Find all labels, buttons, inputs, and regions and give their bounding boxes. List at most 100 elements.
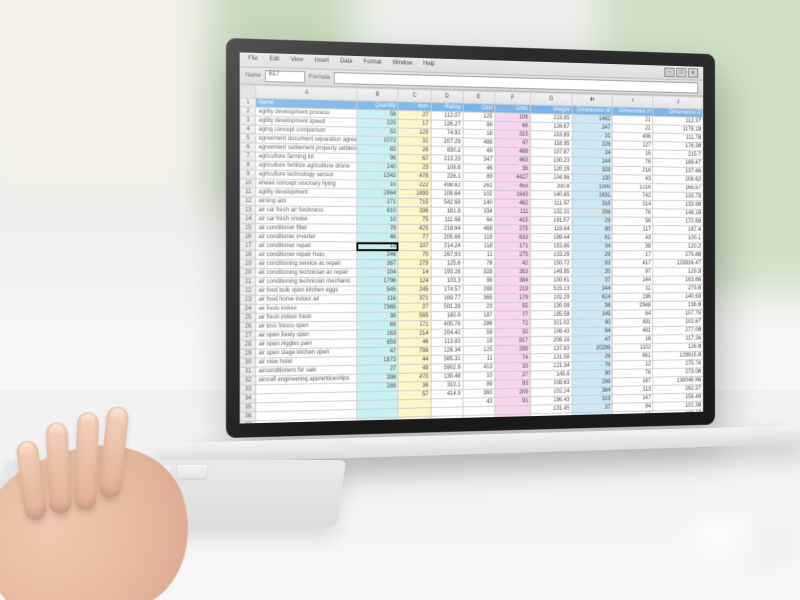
cell[interactable]: 64 [463, 216, 495, 225]
cell[interactable]: 58 [613, 217, 653, 226]
cell[interactable]: 214 [398, 329, 430, 338]
cell[interactable]: 2864 [357, 189, 399, 198]
cell[interactable]: air conditioning service ac repair [256, 259, 357, 268]
cell[interactable]: 124 [398, 277, 430, 286]
cell[interactable]: 715 [398, 198, 430, 207]
cell[interactable]: 1796 [357, 277, 399, 286]
cell[interactable]: 482 [495, 199, 531, 208]
cell[interactable]: air conditioner inverter [256, 233, 357, 242]
cell[interactable]: air conditioning technician mechanic [256, 277, 357, 286]
cell[interactable]: 336 [398, 207, 430, 216]
cell[interactable]: 226.1 [431, 172, 463, 181]
row-header[interactable]: 19 [240, 259, 256, 268]
cell[interactable]: 29 [572, 251, 613, 260]
cell[interactable]: 371 [398, 294, 430, 303]
cell[interactable]: 140.65 [530, 191, 571, 200]
menu-window[interactable]: Window [390, 59, 415, 69]
row-header[interactable]: 36 [240, 412, 256, 421]
cell[interactable]: 179 [495, 294, 531, 303]
row-header[interactable]: 4 [240, 125, 256, 134]
name-box[interactable]: B17 [265, 70, 305, 83]
cell[interactable]: 187 [463, 311, 495, 320]
cell[interactable]: 267.93 [431, 251, 463, 260]
cell[interactable]: 334 [463, 207, 495, 216]
row-header[interactable]: 22 [240, 286, 256, 295]
cell[interactable]: 23 [398, 163, 430, 172]
cell[interactable]: 193.28 [431, 268, 463, 277]
cell[interactable]: 111.68 [431, 216, 463, 225]
col-header-I[interactable]: I [613, 95, 653, 108]
cell[interactable]: 365 [463, 294, 495, 303]
cell[interactable]: 172.88 [653, 217, 703, 226]
cell[interactable]: 58 [463, 328, 495, 337]
cell[interactable]: 120.2 [653, 242, 703, 250]
cell[interactable]: 10 [357, 215, 399, 224]
cell[interactable]: 111 [495, 208, 531, 217]
row-header[interactable]: 17 [240, 242, 256, 251]
cell[interactable]: 214.24 [431, 242, 463, 251]
cell[interactable]: 111.97 [530, 199, 571, 208]
row-header[interactable]: 16 [240, 233, 256, 242]
cell[interactable]: 119.64 [530, 225, 571, 234]
cell[interactable]: 103.3 [431, 277, 463, 286]
menu-format[interactable]: Format [361, 58, 384, 68]
cell[interactable]: 79 [357, 224, 399, 233]
col-header-C[interactable]: C [398, 89, 430, 102]
row-header[interactable]: 10 [240, 179, 256, 188]
cell[interactable]: 89 [463, 173, 495, 182]
cell[interactable]: 77 [495, 311, 531, 320]
cell[interactable]: 425 [398, 224, 430, 233]
row-header[interactable]: 31 [240, 367, 256, 376]
cell[interactable]: 1643 [495, 190, 531, 199]
cell[interactable]: air conditioning technician ac repair [256, 268, 357, 277]
cell[interactable]: 415 [495, 216, 531, 225]
row-header[interactable]: 25 [240, 313, 256, 322]
menu-view[interactable]: View [288, 56, 306, 66]
cell[interactable]: 353 [495, 268, 531, 277]
cell[interactable]: 148.18 [653, 209, 703, 218]
cell[interactable]: 542.68 [431, 198, 463, 207]
maximize-button[interactable]: ☐ [676, 68, 686, 78]
cell[interactable]: 204.42 [431, 329, 463, 338]
cell[interactable]: 273.8 [653, 284, 703, 293]
cell[interactable]: 171 [357, 198, 399, 207]
row-header[interactable]: 34 [240, 394, 256, 403]
cell[interactable]: 133.98 [653, 200, 703, 209]
cell[interactable]: 55 [495, 302, 531, 311]
cell[interactable]: 109.8 [431, 163, 463, 172]
cell[interactable]: 468 [463, 225, 495, 234]
cell[interactable]: 633 [495, 233, 531, 242]
cell[interactable]: 132.31 [530, 208, 571, 217]
cell[interactable]: 129916.47 [653, 259, 703, 267]
cell[interactable]: 169.77 [431, 294, 463, 303]
menu-help[interactable]: Help [421, 60, 438, 70]
cell[interactable]: 119 [463, 233, 495, 242]
row-header[interactable]: 11 [240, 188, 256, 197]
cell[interactable]: 117 [613, 225, 653, 234]
cell[interactable]: 118 [463, 242, 495, 251]
row-header[interactable]: 32 [240, 376, 256, 385]
cell[interactable]: 275 [495, 251, 531, 260]
cell[interactable]: 97 [613, 268, 653, 277]
col-header-F[interactable]: F [495, 92, 531, 105]
cell[interactable]: 46 [357, 233, 399, 242]
cell[interactable]: 140 [463, 199, 495, 208]
cell[interactable]: 133.29 [530, 251, 571, 260]
cell[interactable]: 245 [398, 286, 430, 295]
cell[interactable]: 810 [357, 207, 399, 216]
cell[interactable]: 453 [495, 182, 531, 191]
cell[interactable]: 38 [613, 242, 653, 251]
cell[interactable]: 187.4 [653, 226, 703, 235]
cell[interactable]: 545 [357, 286, 399, 295]
cell[interactable]: 37 [572, 276, 613, 285]
minimize-button[interactable]: – [664, 67, 674, 77]
cell[interactable]: 116 [357, 294, 399, 303]
row-header[interactable]: 9 [240, 170, 256, 179]
cell[interactable]: 11 [613, 285, 653, 294]
cell[interactable]: 78 [463, 259, 495, 268]
cell[interactable]: 405.76 [431, 320, 463, 329]
cell[interactable]: 29 [572, 217, 613, 226]
cell[interactable]: 17 [613, 251, 653, 259]
cell[interactable]: 181.8 [431, 207, 463, 216]
cell[interactable]: 205.66 [431, 233, 463, 242]
